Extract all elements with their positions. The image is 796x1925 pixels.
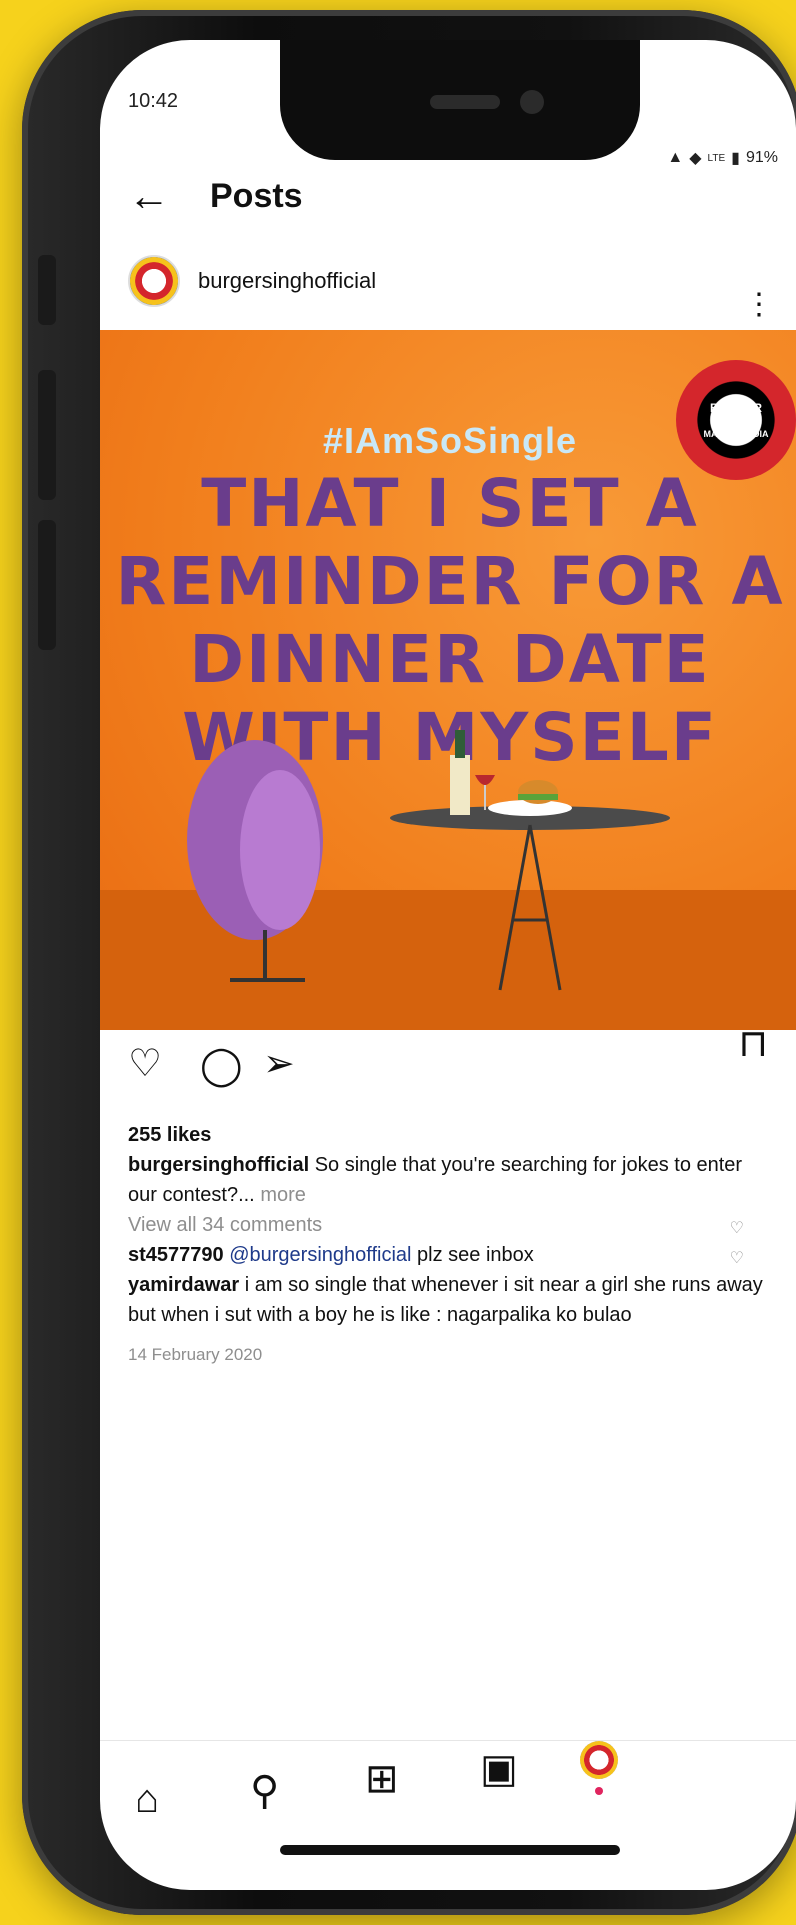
notch — [280, 40, 640, 160]
likes-count[interactable]: 255 likes — [128, 1120, 768, 1150]
comment-username[interactable]: st4577790 — [128, 1244, 224, 1266]
camera — [520, 90, 544, 114]
status-icons: ▲ ◆ LTE ▮ 91% — [667, 148, 778, 168]
bottom-nav: ⌂ ⚲ ⊞ ▣ — [100, 1740, 796, 1851]
heart-icon[interactable]: ♡ — [128, 1045, 162, 1083]
comment-item: yamirdawar i am so single that whenever … — [128, 1270, 768, 1330]
network-type: LTE — [707, 152, 726, 164]
comment-text: plz see inbox — [417, 1244, 534, 1266]
post-author[interactable]: burgersinghofficial — [128, 255, 376, 307]
plus-square-icon[interactable]: ⊞ — [365, 1759, 399, 1799]
caption: burgersinghofficial So single that you'r… — [128, 1150, 768, 1210]
chair-highlight — [240, 770, 320, 930]
status-time: 10:42 — [128, 90, 179, 112]
caption-more-link[interactable]: more — [260, 1184, 306, 1206]
page-header: ← Posts — [128, 175, 303, 217]
post-actions: ♡ ◯ ➢ ⊓ — [128, 1025, 768, 1105]
bottle — [450, 755, 470, 815]
phone-screen: 10:42 ▲ ◆ LTE ▮ 91% ← Posts burgersingho… — [100, 40, 796, 1890]
post-date: 14 February 2020 — [128, 1345, 263, 1364]
table-leg — [528, 824, 562, 991]
burger-lettuce — [518, 794, 558, 800]
home-icon[interactable]: ⌂ — [135, 1779, 159, 1819]
more-vertical-icon[interactable]: ⋮ — [744, 290, 774, 320]
post-details: 255 likes burgersinghofficial So single … — [128, 1120, 768, 1370]
volume-down-button — [38, 520, 56, 650]
heart-icon[interactable]: ♡ — [730, 1214, 744, 1244]
bottle-neck — [455, 730, 465, 758]
comment-item: st4577790 @burgersinghofficial plz see i… — [128, 1220, 768, 1270]
caption-username[interactable]: burgersinghofficial — [128, 1154, 309, 1176]
search-icon[interactable]: ⚲ — [250, 1771, 279, 1811]
send-icon[interactable]: ➢ — [263, 1045, 295, 1083]
post-image[interactable]: BURGER SINGH MADE IN INDIA #IAmSoSingle … — [100, 330, 796, 1030]
avatar[interactable] — [580, 1741, 618, 1779]
dinner-illustration — [187, 730, 670, 991]
wine-glass — [475, 775, 495, 785]
burger — [518, 780, 558, 804]
author-username[interactable]: burgersinghofficial — [198, 268, 376, 294]
view-comments-link[interactable]: View all 34 comments — [128, 1210, 768, 1240]
comment-username[interactable]: yamirdawar — [128, 1274, 239, 1296]
volume-up-button — [38, 370, 56, 500]
comment-icon[interactable]: ◯ — [200, 1047, 243, 1085]
arrow-left-icon[interactable]: ← — [128, 175, 170, 217]
wifi-icon: ◆ — [689, 150, 702, 167]
mute-switch — [38, 255, 56, 325]
avatar[interactable] — [128, 255, 180, 307]
table-leg — [498, 824, 532, 991]
battery-level: 91% — [745, 149, 778, 166]
speaker — [430, 95, 500, 109]
page-title: Posts — [210, 176, 303, 215]
battery-icon: ▮ — [731, 150, 740, 167]
notification-dot — [595, 1787, 603, 1795]
reels-icon[interactable]: ▣ — [480, 1749, 518, 1789]
signal-icon: ▲ — [667, 149, 684, 166]
comment-mention[interactable]: @burgersinghofficial — [229, 1244, 411, 1266]
home-indicator[interactable] — [280, 1845, 620, 1855]
bookmark-icon[interactable]: ⊓ — [738, 1025, 768, 1063]
profile-tab[interactable] — [580, 1741, 618, 1795]
